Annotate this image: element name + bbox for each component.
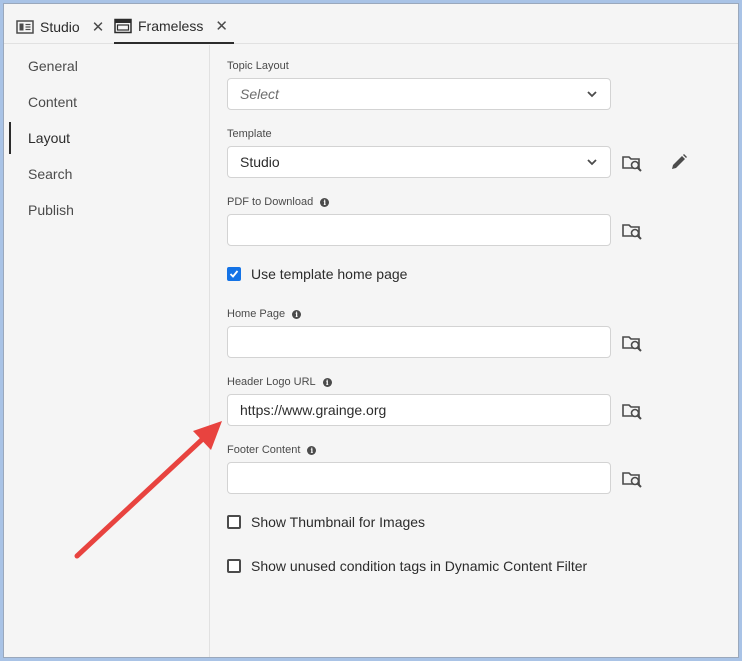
browse-folder-icon[interactable] [622,334,642,352]
checkmark-icon [229,270,239,278]
footer-content-input[interactable] [227,462,611,494]
home-page-input[interactable] [227,326,611,358]
tab-studio-label: Studio [40,19,80,35]
browse-folder-icon[interactable] [622,470,642,488]
sidebar-item-layout[interactable]: Layout [9,122,199,154]
pdf-download-input[interactable] [227,214,611,246]
template-label: Template [227,128,272,140]
use-template-home-checkbox[interactable]: Use template home page [227,266,407,282]
pencil-icon[interactable] [670,153,688,171]
tab-studio[interactable]: Studio ✕ [16,10,104,44]
settings-sidebar: General Content Layout Search Publish [4,45,210,657]
browse-folder-icon[interactable] [622,154,642,172]
checkbox-unchecked[interactable] [227,515,241,529]
use-template-home-label: Use template home page [251,266,408,282]
header-logo-label: Header Logo URL i [227,376,332,388]
topic-layout-select[interactable]: Select [227,78,611,110]
show-thumbnail-label: Show Thumbnail for Images [251,514,426,530]
header-logo-url-input[interactable]: https://www.grainge.org [227,394,611,426]
sidebar-item-search[interactable]: Search [9,158,199,190]
tab-frameless-label: Frameless [138,18,204,34]
browse-folder-icon[interactable] [622,222,642,240]
sidebar-item-general[interactable]: General [9,50,199,82]
chevron-down-icon [587,91,597,98]
topic-layout-placeholder: Select [240,86,279,102]
header-logo-url-value: https://www.grainge.org [240,402,387,418]
show-thumbnail-checkbox[interactable]: Show Thumbnail for Images [227,514,425,530]
sidebar-item-content[interactable]: Content [9,86,199,118]
checkbox-unchecked[interactable] [227,559,241,573]
tab-frameless[interactable]: Frameless ✕ [114,10,234,44]
show-unused-tags-label: Show unused condition tags in Dynamic Co… [251,558,588,574]
show-unused-tags-checkbox[interactable]: Show unused condition tags in Dynamic Co… [227,558,587,574]
browse-folder-icon[interactable] [622,402,642,420]
info-icon[interactable]: i [292,309,302,319]
template-select[interactable]: Studio [227,146,611,178]
topic-layout-label: Topic Layout [227,60,289,72]
app-window: Studio ✕ Frameless ✕ General Content Lay… [3,3,739,658]
studio-tab-icon [16,20,34,34]
info-icon[interactable]: i [320,197,330,207]
template-value: Studio [240,154,280,170]
info-icon[interactable]: i [307,445,317,455]
layout-settings-panel: Topic Layout Select Template Studio PDF … [211,45,738,657]
footer-content-label: Footer Content i [227,444,317,456]
home-page-label: Home Page i [227,308,302,320]
chevron-down-icon [587,159,597,166]
tab-bar: Studio ✕ Frameless ✕ [4,4,738,44]
checkbox-checked[interactable] [227,267,241,281]
close-icon[interactable]: ✕ [215,17,228,35]
info-icon[interactable]: i [322,377,332,387]
pdf-download-label: PDF to Download i [227,196,330,208]
close-icon[interactable]: ✕ [92,18,105,36]
frameless-tab-icon [114,18,132,34]
sidebar-item-publish[interactable]: Publish [9,194,199,226]
